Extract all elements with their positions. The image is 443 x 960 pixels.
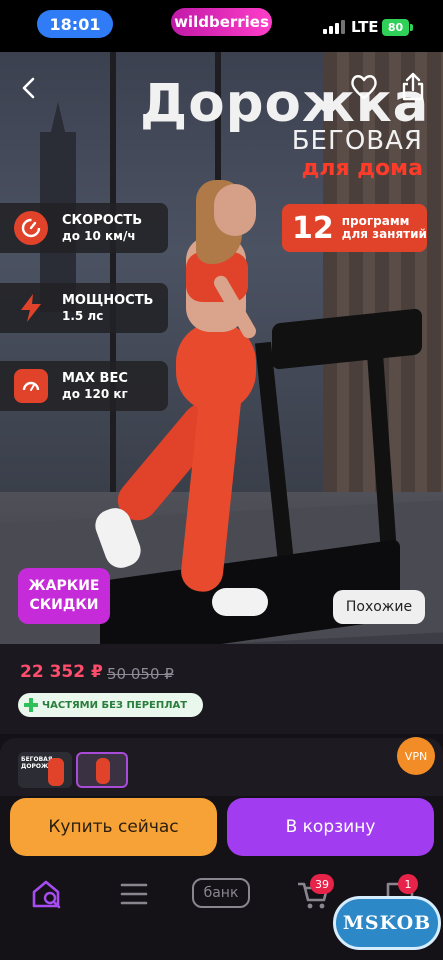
clock: 18:01 xyxy=(37,10,113,38)
hot-sale-badge: ЖАРКИЕ СКИДКИ xyxy=(18,568,110,624)
buy-now-button[interactable]: Купить сейчас xyxy=(10,798,217,856)
speedometer-icon xyxy=(14,211,48,245)
feature-speed: СКОРОСТЬ до 10 км/ч xyxy=(0,203,168,253)
network-label: LTE xyxy=(351,18,379,36)
price-section xyxy=(0,644,443,734)
bank-button[interactable]: банк xyxy=(192,878,250,908)
feature-title: MAX ВЕС xyxy=(62,370,128,386)
vpn-button[interactable]: VPN xyxy=(397,737,435,775)
lightning-icon xyxy=(14,291,48,325)
hot-badge-line1: ЖАРКИЕ xyxy=(28,578,100,594)
home-search-icon[interactable] xyxy=(28,876,68,912)
back-arrow-icon[interactable] xyxy=(18,76,42,100)
hero-subtitle: БЕГОВАЯ xyxy=(291,126,423,156)
feature-title: СКОРОСТЬ xyxy=(62,212,143,228)
feature-value: 1.5 лс xyxy=(62,308,104,323)
battery-icon: 80 xyxy=(382,19,413,36)
status-bar: 18:01 wildberries LTE 80 xyxy=(0,0,443,52)
add-to-cart-button[interactable]: В корзину xyxy=(227,798,434,856)
similar-button[interactable]: Похожие xyxy=(333,590,425,624)
watermark-logo: MSKOB xyxy=(333,896,441,950)
programs-line2: для занятий xyxy=(341,227,427,241)
installment-badge[interactable]: ЧАСТЯМИ БЕЗ ПЕРЕПЛАТ xyxy=(18,693,203,717)
hot-badge-line2: СКИДКИ xyxy=(29,597,99,613)
programs-badge: 12 программ для занятий xyxy=(282,204,427,252)
plus-icon xyxy=(24,698,38,712)
feature-max-weight: MAX ВЕС до 120 кг xyxy=(0,361,168,411)
old-price: 50 050 ₽ xyxy=(107,665,174,683)
favorite-heart-icon[interactable] xyxy=(350,74,378,100)
runner xyxy=(214,184,256,236)
share-icon[interactable] xyxy=(400,72,426,102)
thumbnail-item[interactable]: БЕГОВАЯ ДОРОЖКА xyxy=(18,752,72,788)
feature-value: до 120 кг xyxy=(62,386,128,401)
feature-title: МОЩНОСТЬ xyxy=(62,292,154,308)
hero-title: Дорожка xyxy=(140,73,430,134)
chat-badge: 1 xyxy=(398,874,418,894)
feature-value: до 10 км/ч xyxy=(62,228,136,243)
thumbnail-item-selected[interactable] xyxy=(76,752,128,788)
cart-badge: 39 xyxy=(310,874,334,894)
hero-subtitle-accent: для дома xyxy=(301,156,423,181)
current-price: 22 352 ₽ xyxy=(20,662,103,682)
thumbnail-caption: БЕГОВАЯ ДОРОЖКА xyxy=(21,756,58,770)
programs-count: 12 xyxy=(292,210,334,246)
feature-power: МОЩНОСТЬ 1.5 лс xyxy=(0,283,168,333)
menu-icon[interactable] xyxy=(114,876,154,912)
scale-icon xyxy=(14,369,48,403)
app-pill[interactable]: wildberries xyxy=(171,8,272,36)
installment-label: ЧАСТЯМИ БЕЗ ПЕРЕПЛАТ xyxy=(42,699,188,711)
signal-icon xyxy=(323,20,345,34)
